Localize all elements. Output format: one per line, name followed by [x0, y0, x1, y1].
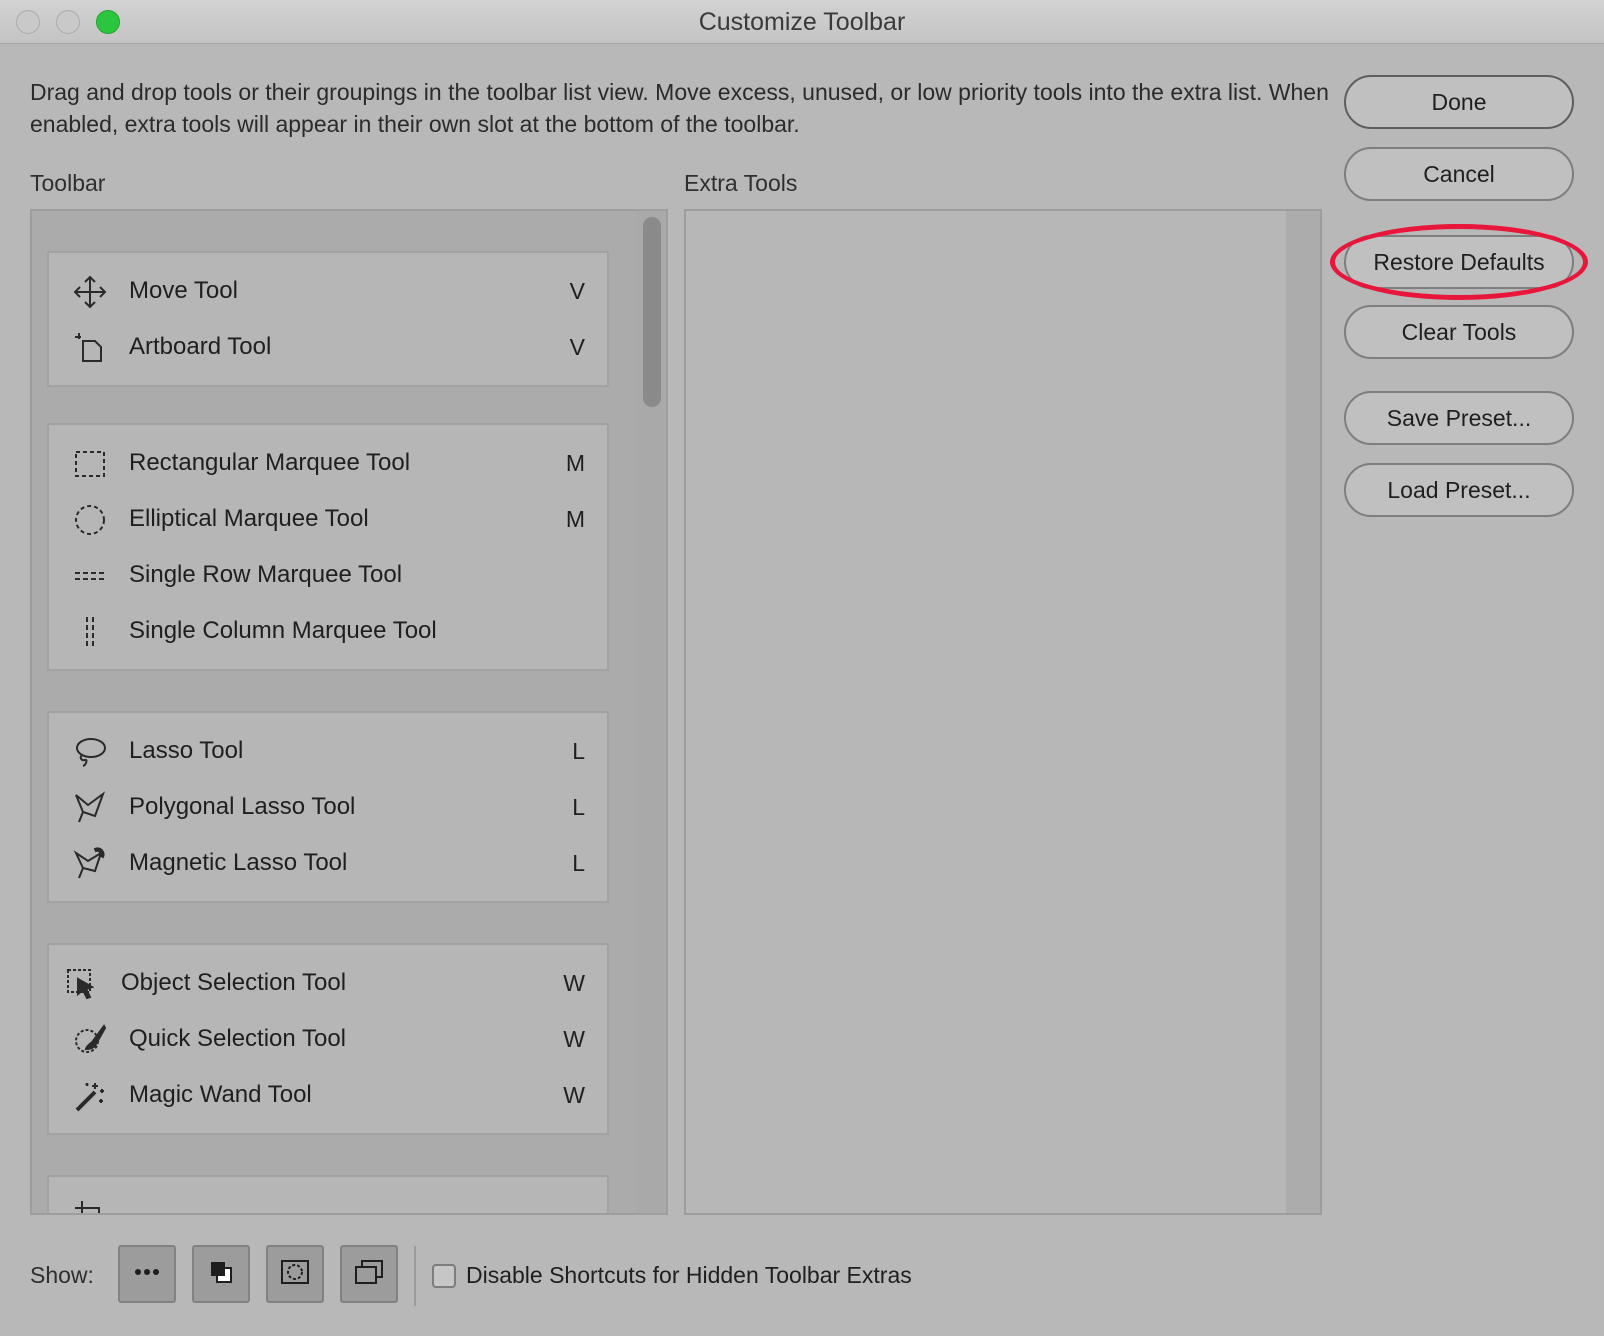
- tool-name: Single Column Marquee Tool: [129, 617, 437, 644]
- extra-tools-scrollbar[interactable]: [1286, 211, 1320, 1213]
- tool-shortcut: W: [563, 1025, 585, 1052]
- extra-tools-list[interactable]: [684, 209, 1322, 1215]
- tool-shortcut: L: [572, 793, 585, 820]
- ellipsis-icon: [130, 1255, 164, 1294]
- tool-shortcut: V: [569, 333, 585, 360]
- tool-shortcut: L: [572, 849, 585, 876]
- tool-shortcut: W: [563, 1081, 585, 1108]
- tool-name: Rectangular Marquee Tool: [129, 449, 411, 476]
- highlight-annotation: [1330, 224, 1588, 300]
- tool-group-move[interactable]: Move Tool V Artboard Tool V: [47, 251, 609, 387]
- object-selection-icon: [65, 967, 99, 1001]
- tool-row-move[interactable]: Move Tool V: [49, 263, 607, 319]
- tool-group-marquee[interactable]: Rectangular Marquee Tool M Elliptical Ma…: [47, 423, 609, 671]
- quick-selection-icon: [73, 1023, 107, 1057]
- tool-row-object-selection[interactable]: Object Selection Tool W: [49, 955, 607, 1011]
- instructions-text: Drag and drop tools or their groupings i…: [30, 79, 1329, 137]
- tool-row-polygonal-lasso[interactable]: Polygonal Lasso Tool L: [49, 779, 607, 835]
- screen-mode-icon: [352, 1255, 386, 1294]
- done-button[interactable]: Done: [1344, 75, 1574, 129]
- tool-row-rect-marquee[interactable]: Rectangular Marquee Tool M: [49, 435, 607, 491]
- tool-name: Move Tool: [129, 277, 238, 304]
- cancel-button[interactable]: Cancel: [1344, 147, 1574, 201]
- tool-row-magnetic-lasso[interactable]: Magnetic Lasso Tool L: [49, 835, 607, 891]
- disable-shortcuts-checkbox[interactable]: [432, 1264, 456, 1288]
- tool-row-ellipse-marquee[interactable]: Elliptical Marquee Tool M: [49, 491, 607, 547]
- tool-row-single-column[interactable]: Single Column Marquee Tool: [49, 603, 607, 659]
- tool-row-artboard[interactable]: Artboard Tool V: [49, 319, 607, 375]
- title-bar: Customize Toolbar: [0, 0, 1604, 44]
- tool-name: Magnetic Lasso Tool: [129, 849, 348, 876]
- magic-wand-icon: [73, 1079, 107, 1113]
- artboard-icon: [73, 331, 107, 365]
- clear-tools-button[interactable]: Clear Tools: [1344, 305, 1574, 359]
- show-label: Show:: [30, 1262, 94, 1288]
- tool-group-partial[interactable]: [47, 1175, 609, 1213]
- tool-name: Artboard Tool: [129, 333, 272, 360]
- tool-name: Single Row Marquee Tool: [129, 561, 403, 588]
- save-preset-button[interactable]: Save Preset...: [1344, 391, 1574, 445]
- foreground-background-icon: [204, 1255, 238, 1294]
- tool-shortcut: V: [569, 277, 585, 304]
- magnetic-lasso-icon: [73, 847, 107, 881]
- show-screen-mode-toggle[interactable]: [340, 1245, 398, 1303]
- tool-group-lasso[interactable]: Lasso Tool L Polygonal Lasso Tool L Magn…: [47, 711, 609, 903]
- tool-name: Elliptical Marquee Tool: [129, 505, 369, 532]
- quick-mask-icon: [278, 1255, 312, 1294]
- footer-divider: [414, 1246, 416, 1306]
- toolbar-list[interactable]: Move Tool V Artboard Tool V Rectangular …: [30, 209, 668, 1215]
- tool-row-quick-selection[interactable]: Quick Selection Tool W: [49, 1011, 607, 1067]
- tool-row-single-row[interactable]: Single Row Marquee Tool: [49, 547, 607, 603]
- tool-row-lasso[interactable]: Lasso Tool L: [49, 723, 607, 779]
- tool-row-magic-wand[interactable]: Magic Wand Tool W: [49, 1067, 607, 1123]
- move-icon: [73, 275, 107, 309]
- tool-name: Lasso Tool: [129, 737, 244, 764]
- show-colors-toggle[interactable]: [192, 1245, 250, 1303]
- single-column-icon: [73, 615, 107, 649]
- ellipse-marquee-icon: [73, 503, 107, 537]
- polygonal-lasso-icon: [73, 791, 107, 825]
- rect-marquee-icon: [73, 447, 107, 481]
- single-row-icon: [73, 559, 107, 593]
- toolbar-list-scrollbar[interactable]: [636, 211, 666, 1213]
- lasso-icon: [73, 735, 107, 769]
- tool-name: Magic Wand Tool: [129, 1081, 312, 1108]
- scroll-thumb[interactable]: [643, 217, 661, 407]
- tool-shortcut: M: [565, 449, 585, 476]
- show-more-toggle[interactable]: [118, 1245, 176, 1303]
- toolbar-section-label: Toolbar: [30, 170, 106, 196]
- tool-shortcut: M: [565, 505, 585, 532]
- load-preset-button[interactable]: Load Preset...: [1344, 463, 1574, 517]
- tool-group-selection[interactable]: Object Selection Tool W Quick Selection …: [47, 943, 609, 1135]
- tool-shortcut: W: [563, 969, 585, 996]
- tool-name: Object Selection Tool: [121, 969, 347, 996]
- tool-name: Polygonal Lasso Tool: [129, 793, 356, 820]
- window-title: Customize Toolbar: [698, 8, 906, 36]
- show-quick-mask-toggle[interactable]: [266, 1245, 324, 1303]
- disable-shortcuts-label[interactable]: Disable Shortcuts for Hidden Toolbar Ext…: [466, 1262, 912, 1289]
- tool-shortcut: L: [572, 737, 585, 764]
- tool-name: Quick Selection Tool: [129, 1025, 347, 1052]
- extra-tools-section-label: Extra Tools: [684, 170, 798, 196]
- customize-toolbar-window: Customize Toolbar Drag and drop tools or…: [0, 0, 1604, 1336]
- crop-icon: [73, 1199, 107, 1213]
